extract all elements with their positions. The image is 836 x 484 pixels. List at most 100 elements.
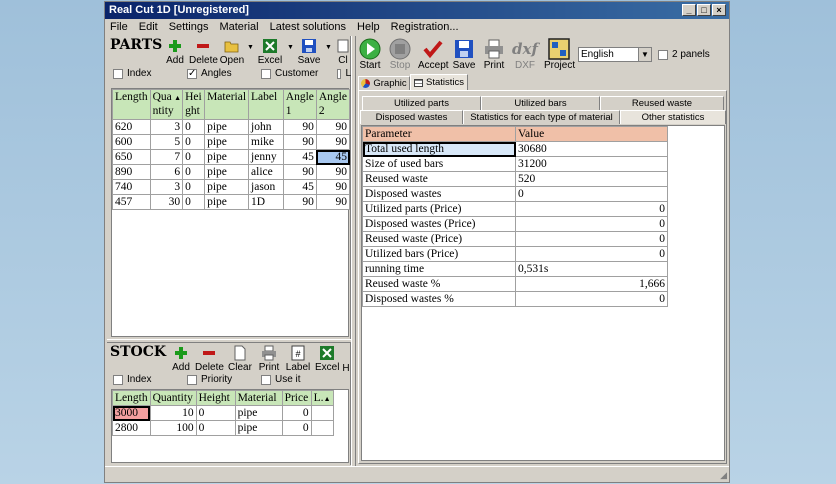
cell[interactable]: 30680 <box>515 141 668 157</box>
stock-print-button[interactable]: Print <box>257 345 281 373</box>
close-icon[interactable]: × <box>712 4 726 16</box>
table-row[interactable]: 620 3 0 pipe john 90 90 <box>112 119 351 135</box>
stock-index-checkbox[interactable]: Index <box>113 374 151 385</box>
cell[interactable]: 45 <box>282 179 317 195</box>
stock-priority-checkbox[interactable]: Priority <box>187 374 232 385</box>
selected-cell[interactable]: Total used length <box>362 141 516 157</box>
menu-edit[interactable]: Edit <box>139 19 158 36</box>
table-row[interactable]: 890 6 0 pipe alice 90 90 <box>112 164 351 180</box>
parts-add-button[interactable]: Add <box>163 38 187 66</box>
cell[interactable]: 0 <box>182 134 206 150</box>
highlighted-cell[interactable]: 3000 <box>112 405 151 421</box>
cell[interactable]: 0 <box>515 186 668 202</box>
selected-cell[interactable]: 45 <box>315 149 351 165</box>
cell[interactable]: Reused waste (Price) <box>362 231 516 247</box>
col-material[interactable]: Material <box>204 89 250 120</box>
col-price[interactable]: Price <box>281 390 312 406</box>
col-material[interactable]: Material <box>234 390 283 406</box>
table-row[interactable]: 2800 100 0 pipe 0 <box>112 420 334 436</box>
table-row[interactable]: 3000 10 0 pipe 0 <box>112 405 334 421</box>
parts-excel-button[interactable]: Excel <box>257 38 283 66</box>
two-panels-checkbox[interactable]: 2 panels <box>658 49 710 60</box>
table-row[interactable]: Reused waste 520 <box>362 171 668 187</box>
cell[interactable]: alice <box>248 164 284 180</box>
parts-delete-button[interactable]: Delete <box>189 38 218 66</box>
cell[interactable]: 90 <box>315 134 351 150</box>
parts-open-button[interactable]: Open <box>219 38 245 66</box>
cell[interactable]: 100 <box>149 420 197 436</box>
cell[interactable]: 90 <box>282 119 317 135</box>
stats-table[interactable]: Parameter Value Total used length 30680 S… <box>362 126 668 307</box>
resize-grip-icon[interactable]: ◢ <box>720 470 727 481</box>
cell[interactable]: 520 <box>515 171 668 187</box>
col-l[interactable]: L. ▲ <box>310 390 334 406</box>
cell[interactable]: 0 <box>195 420 236 436</box>
cell[interactable]: 1D <box>248 194 284 210</box>
tab-utilized-parts[interactable]: Utilized parts <box>362 96 481 110</box>
cell[interactable]: 90 <box>315 164 351 180</box>
cell[interactable]: 90 <box>315 194 351 210</box>
table-row[interactable]: Utilized parts (Price) 0 <box>362 201 668 217</box>
table-row[interactable]: Disposed wastes (Price) 0 <box>362 216 668 232</box>
open-dropdown-icon[interactable]: ▼ <box>247 44 254 51</box>
cell[interactable]: Size of used bars <box>362 156 516 172</box>
cell[interactable]: john <box>248 119 284 135</box>
table-row[interactable]: Reused waste % 1,666 <box>362 276 668 292</box>
parts-customer-checkbox[interactable]: Customer <box>261 68 318 79</box>
cell[interactable]: 600 <box>112 134 151 150</box>
stock-clear-button[interactable]: Clear <box>227 345 253 373</box>
cell[interactable]: pipe <box>234 420 283 436</box>
menu-help[interactable]: Help <box>357 19 380 36</box>
cell[interactable]: Disposed wastes (Price) <box>362 216 516 232</box>
cell[interactable]: Reused waste % <box>362 276 516 292</box>
cell[interactable]: 0 <box>515 216 668 232</box>
start-button[interactable]: Start <box>358 38 382 71</box>
col-height[interactable]: Height <box>195 390 236 406</box>
stop-button[interactable]: Stop <box>388 38 412 71</box>
parts-index-checkbox[interactable]: Index <box>113 68 151 79</box>
stock-excel-button[interactable]: Excel <box>315 345 339 373</box>
cell[interactable]: Disposed wastes <box>362 186 516 202</box>
cell[interactable]: 0 <box>515 246 668 262</box>
maximize-icon[interactable]: □ <box>697 4 711 16</box>
cell[interactable]: jason <box>248 179 284 195</box>
cell[interactable]: 10 <box>149 405 197 421</box>
col-angle2[interactable]: Angle 2 <box>315 89 351 120</box>
table-row[interactable]: 600 5 0 pipe mike 90 90 <box>112 134 351 150</box>
cell[interactable]: pipe <box>204 164 250 180</box>
parts-angles-checkbox[interactable]: ✓ Angles <box>187 68 232 79</box>
table-row[interactable]: running time 0,531s <box>362 261 668 277</box>
cell[interactable]: 650 <box>112 149 151 165</box>
cell[interactable]: pipe <box>204 134 250 150</box>
cell[interactable]: 31200 <box>515 156 668 172</box>
language-select[interactable]: English ▼ <box>578 47 652 62</box>
table-row[interactable]: 740 3 0 pipe jason 45 90 <box>112 179 351 195</box>
cell[interactable]: 0 <box>182 194 206 210</box>
col-quantity[interactable]: Quantity <box>149 390 197 406</box>
cell[interactable]: 7 <box>149 149 184 165</box>
table-row[interactable]: Disposed wastes 0 <box>362 186 668 202</box>
cell[interactable]: 890 <box>112 164 151 180</box>
cell[interactable]: 0 <box>182 149 206 165</box>
accept-button[interactable]: Accept <box>418 38 449 71</box>
col-parameter[interactable]: Parameter <box>362 126 516 142</box>
col-angle1[interactable]: Angle 1 <box>282 89 317 120</box>
menu-registration[interactable]: Registration... <box>391 19 459 36</box>
cell[interactable]: 0 <box>515 291 668 307</box>
cell[interactable]: mike <box>248 134 284 150</box>
main-print-button[interactable]: Print <box>482 38 506 71</box>
table-row[interactable]: Utilized bars (Price) 0 <box>362 246 668 262</box>
save-dropdown-icon[interactable]: ▼ <box>325 44 332 51</box>
dxf-button[interactable]: dxf DXF <box>512 38 538 71</box>
cell[interactable]: 0 <box>182 119 206 135</box>
cell[interactable]: 620 <box>112 119 151 135</box>
minimize-icon[interactable]: _ <box>682 4 696 16</box>
cell[interactable]: Utilized parts (Price) <box>362 201 516 217</box>
main-save-button[interactable]: Save <box>452 38 476 71</box>
table-row[interactable]: Size of used bars 31200 <box>362 156 668 172</box>
table-row[interactable]: Total used length 30680 <box>362 141 668 157</box>
tab-graphic[interactable]: Graphic <box>358 76 410 90</box>
cell[interactable] <box>310 405 334 421</box>
excel-dropdown-icon[interactable]: ▼ <box>287 44 294 51</box>
cell[interactable]: Utilized bars (Price) <box>362 246 516 262</box>
